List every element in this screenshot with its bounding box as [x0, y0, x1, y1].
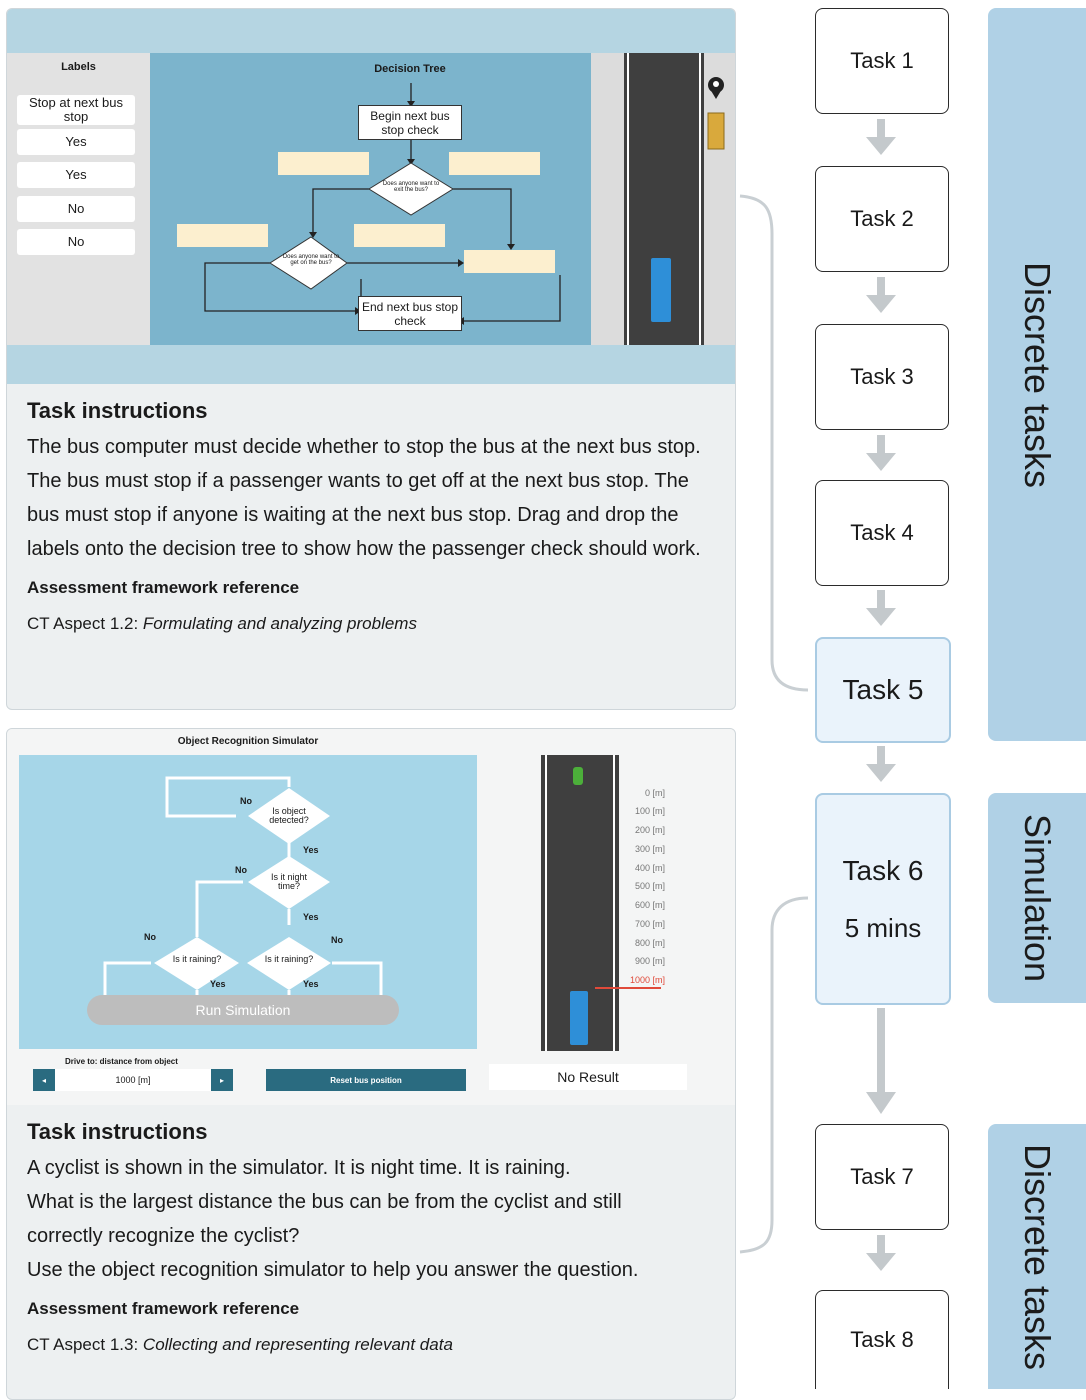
arrow-down-icon — [866, 1235, 896, 1271]
task-4-box[interactable]: Task 4 — [815, 480, 949, 586]
reset-bus-button[interactable]: Reset bus position — [266, 1069, 466, 1091]
arrow-down-icon — [866, 590, 896, 626]
label-no-1[interactable]: No — [17, 196, 135, 222]
bus-stop-icon — [707, 77, 725, 150]
bracket-connectors — [739, 194, 809, 1254]
simulator-title: Object Recognition Simulator — [177, 736, 319, 747]
ruler-900: 900 [m] — [634, 956, 665, 966]
drop-zone-5[interactable] — [464, 250, 555, 273]
label-no-2[interactable]: No — [17, 229, 135, 255]
ruler-marker — [595, 987, 661, 989]
labels-title: Labels — [61, 61, 96, 73]
question-exit: Does anyone want to exit the bus? — [382, 181, 440, 193]
label-yes-rain-right: Yes — [303, 979, 319, 989]
reference-heading: Assessment framework reference — [27, 578, 300, 597]
label-stop[interactable]: Stop at next bus stop — [17, 95, 135, 125]
ruler-100: 100 [m] — [634, 806, 665, 816]
ruler-700: 700 [m] — [634, 919, 665, 929]
task-6-box[interactable]: Task 6 5 mins — [815, 793, 951, 1005]
bracket-task5 — [739, 194, 809, 692]
band-discrete-top-label: Discrete tasks — [1017, 261, 1058, 488]
task-1-box[interactable]: Task 1 — [815, 8, 949, 114]
road — [624, 53, 704, 345]
begin-check-box: Begin next bus stop check — [358, 105, 462, 140]
reference-text: CT Aspect 1.2: Formulating and analyzing… — [27, 614, 417, 633]
label-yes-detected: Yes — [303, 845, 319, 855]
arrow-down-icon — [866, 746, 896, 782]
task-6-duration: 5 mins — [844, 912, 922, 943]
label-no-rain-right: No — [331, 935, 343, 945]
band-simulation-label: Simulation — [1017, 813, 1058, 983]
arrow-down-icon — [866, 119, 896, 155]
task-2-box[interactable]: Task 2 — [815, 166, 949, 272]
decrease-button[interactable]: ◂ — [33, 1069, 55, 1091]
run-simulation-button[interactable]: Run Simulation — [87, 995, 399, 1025]
task-7-box[interactable]: Task 7 — [815, 1124, 949, 1230]
instructions-heading: Task instructions — [27, 398, 208, 423]
drop-zone-4[interactable] — [354, 224, 445, 247]
task-5-box[interactable]: Task 5 — [815, 637, 951, 743]
ruler-500: 500 [m] — [634, 881, 665, 891]
long-arrow-down-icon — [866, 1008, 896, 1114]
task5-card: Labels Stop at next bus stop Yes Yes No … — [6, 8, 736, 710]
label-no-rain-left: No — [144, 932, 156, 942]
task-6-label: Task 6 — [842, 854, 924, 886]
label-yes-night: Yes — [303, 912, 319, 922]
label-yes-1[interactable]: Yes — [17, 129, 135, 155]
bus-icon — [651, 258, 671, 322]
arrow-down-icon — [866, 277, 896, 313]
labels-panel: Labels Stop at next bus stop Yes Yes No … — [7, 53, 150, 345]
q-rain-right: Is it raining? — [264, 954, 314, 964]
instructions-line-4: Use the object recognition simulator to … — [27, 1259, 639, 1281]
label-no-night: No — [235, 865, 247, 875]
distance-value[interactable]: 1000 [m] — [55, 1069, 211, 1091]
instructions-heading-6: Task instructions — [27, 1119, 208, 1144]
label-yes-rain-left: Yes — [210, 979, 226, 989]
q-detected: Is object detected? — [269, 806, 309, 825]
band-discrete-top: Discrete tasks — [988, 8, 1086, 741]
result-display: No Result — [489, 1064, 687, 1090]
ruler-200: 200 [m] — [634, 825, 665, 835]
ruler-800: 800 [m] — [634, 938, 665, 948]
task-3-box[interactable]: Task 3 — [815, 324, 949, 430]
road-panel — [591, 53, 735, 345]
ruler-0: 0 [m] — [644, 788, 665, 798]
band-discrete-bottom-label: Discrete tasks — [1017, 1143, 1058, 1370]
distance-stepper[interactable]: ◂ 1000 [m] ▸ — [33, 1069, 233, 1091]
instructions-line-2: What is the largest distance the bus can… — [27, 1191, 622, 1213]
drop-zone-2[interactable] — [449, 152, 540, 175]
task5-instructions: Task instructions The bus computer must … — [27, 398, 715, 634]
ruler-1000: 1000 [m] — [629, 975, 665, 985]
cyclist-icon — [573, 767, 583, 785]
band-simulation: Simulation — [988, 793, 1086, 1003]
band-discrete-bottom: Discrete tasks — [988, 1124, 1086, 1389]
question-enter: Does anyone want to get on the bus? — [282, 254, 340, 266]
instructions-line-1: A cyclist is shown in the simulator. It … — [27, 1157, 571, 1179]
decision-tree-panel: Decision Tree Begin next bus stop check … — [150, 53, 591, 345]
task6-instructions: Task instructions A cyclist is shown in … — [27, 1119, 715, 1355]
drop-zone-3[interactable] — [177, 224, 268, 247]
instructions-text: The bus computer must decide whether to … — [27, 436, 701, 560]
reference-text-6: CT Aspect 1.3: Collecting and representi… — [27, 1335, 453, 1354]
distance-label: Drive to: distance from object — [65, 1057, 178, 1066]
reference-heading-6: Assessment framework reference — [27, 1299, 300, 1318]
task6-card: Object Recognition Simulator Is object d… — [6, 728, 736, 1400]
q-rain-left: Is it raining? — [172, 954, 222, 964]
ruler-400: 400 [m] — [634, 863, 665, 873]
label-no-detected: No — [240, 796, 252, 806]
q-night: Is it night time? — [270, 872, 308, 891]
ruler-300: 300 [m] — [634, 844, 665, 854]
increase-button[interactable]: ▸ — [211, 1069, 233, 1091]
arrow-down-icon — [866, 435, 896, 471]
sim-bus-icon — [570, 991, 588, 1045]
drop-zone-1[interactable] — [278, 152, 369, 175]
label-yes-2[interactable]: Yes — [17, 162, 135, 188]
instructions-line-3: correctly recognize the cyclist? — [27, 1225, 300, 1247]
ruler-600: 600 [m] — [634, 900, 665, 910]
simulator-flowchart: Is object detected? Is it night time? Is… — [19, 755, 477, 1049]
bracket-task6 — [739, 896, 809, 1254]
sim-road — [541, 755, 619, 1051]
end-check-box: End next bus stop check — [358, 296, 462, 331]
task-8-box[interactable]: Task 8 — [815, 1290, 949, 1389]
